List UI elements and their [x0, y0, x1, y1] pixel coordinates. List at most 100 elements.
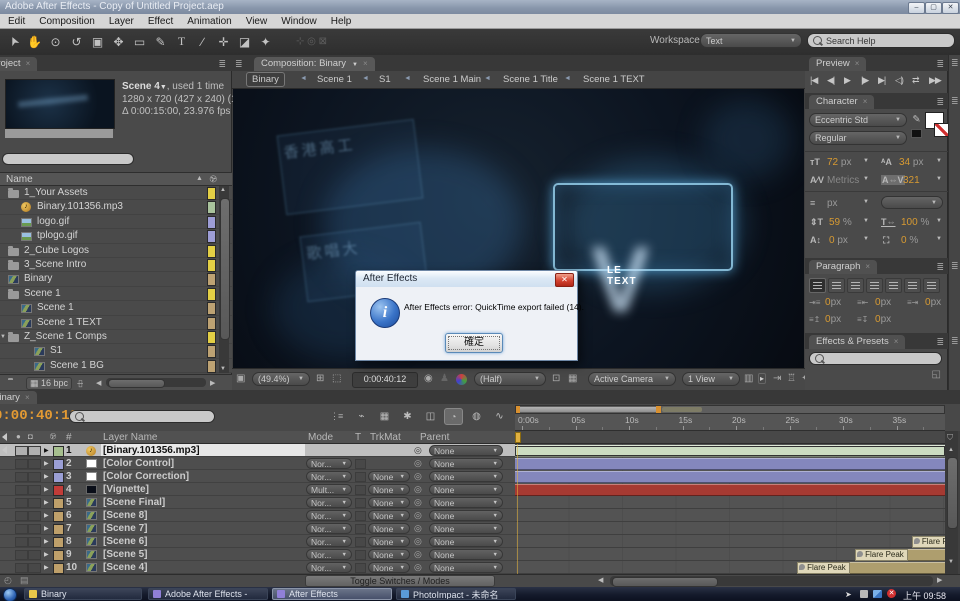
layer-bar-row[interactable]	[515, 483, 945, 496]
stroke-width-caret-icon[interactable]: ▼	[863, 199, 869, 205]
layer-duration-bar[interactable]	[515, 458, 945, 470]
lock-toggle[interactable]	[28, 498, 41, 508]
layer-twirl-icon[interactable]: ▶	[44, 460, 49, 467]
label-color-chip[interactable]	[207, 201, 216, 214]
layer-name[interactable]: [Color Control]	[101, 457, 305, 469]
align-button-2[interactable]	[847, 278, 864, 293]
project-item-row[interactable]: 1_Your Assets	[0, 186, 232, 200]
label-color-chip[interactable]	[207, 259, 216, 272]
layer-twirl-icon[interactable]: ▶	[44, 473, 49, 480]
font-family-select[interactable]: Eccentric Std▼	[809, 113, 907, 127]
audio-video-toggle[interactable]	[2, 459, 13, 468]
last-frame-button[interactable]: ▶|	[878, 75, 885, 86]
layer-name[interactable]: [Scene 7]	[101, 522, 305, 534]
camera-tool[interactable]: ▣	[88, 32, 107, 51]
magnification-select[interactable]: (49.4%)▼	[252, 372, 310, 386]
layer-mode-select[interactable]: Nor...▼	[306, 549, 352, 560]
layer-duration-bar[interactable]	[515, 471, 945, 483]
hand-tool[interactable]: ✋	[25, 32, 44, 51]
trash-icon[interactable]: ▯̶	[78, 378, 83, 389]
shy-layers-icon[interactable]: ✱	[398, 408, 417, 425]
layer-color-chip[interactable]	[53, 498, 64, 509]
layer-name[interactable]: [Color Correction]	[101, 470, 305, 482]
audio-toggle[interactable]: ◁)	[895, 75, 903, 86]
tray-network-icon[interactable]	[873, 590, 882, 598]
tracking-value[interactable]: 321	[903, 175, 920, 186]
zoom-slider-icon[interactable]: ▤	[20, 575, 29, 586]
layer-mode-select[interactable]: Nor...▼	[306, 562, 352, 573]
sort-arrow-icon[interactable]: ▲	[196, 175, 203, 182]
layer-duration-bar[interactable]	[515, 445, 945, 457]
layer-trkmat-select[interactable]: None▼	[368, 471, 410, 482]
layer-parent-select[interactable]: None▼	[429, 549, 503, 560]
timeline-button-icon[interactable]: ⇥	[773, 373, 781, 384]
layer-name-column-header[interactable]: Layer Name	[103, 432, 157, 443]
label-color-chip[interactable]	[207, 288, 216, 301]
comp-marker-icon[interactable]: ⛉	[947, 433, 953, 443]
preview-flyout-icon[interactable]: ≣	[936, 59, 944, 70]
project-item-row[interactable]: tplogo.gif	[0, 229, 232, 243]
tl-scroll-down-icon[interactable]: ▼	[948, 559, 954, 565]
scroll-up-icon[interactable]: ▲	[220, 187, 226, 193]
effects-search-input[interactable]	[809, 352, 942, 365]
parent-pickwhip-icon[interactable]: ◎	[414, 523, 422, 534]
layer-twirl-icon[interactable]: ▶	[44, 564, 49, 571]
layer-t-toggle[interactable]	[355, 537, 366, 547]
project-item-row[interactable]: S1	[0, 344, 232, 358]
toggle-switches-modes-button[interactable]: Toggle Switches / Modes	[305, 575, 495, 587]
layer-marker-flare-peak[interactable]: Flare Peak	[797, 562, 850, 574]
layer-parent-select[interactable]: None▼	[429, 445, 503, 456]
hscale-caret-icon[interactable]: ▼	[936, 218, 942, 224]
layer-bar-row[interactable]	[515, 509, 945, 522]
layer-t-toggle[interactable]	[355, 472, 366, 482]
lock-toggle[interactable]	[28, 524, 41, 534]
project-item-row[interactable]: Scene 1 TEXT	[0, 316, 232, 330]
leading-caret-icon[interactable]: ▼	[936, 158, 942, 164]
layer-trkmat-select[interactable]: None▼	[368, 523, 410, 534]
solo-toggle[interactable]	[15, 472, 28, 482]
type-tool[interactable]: T	[172, 32, 191, 51]
project-flyout-icon[interactable]: ≣	[218, 59, 226, 70]
label-column-icon[interactable]: ✇	[207, 173, 220, 186]
parent-pickwhip-icon[interactable]: ◎	[414, 458, 422, 469]
lock-toggle[interactable]	[28, 459, 41, 469]
baseline-shift-value[interactable]: 0 px	[829, 235, 848, 246]
frame-blend-icon[interactable]: ◫	[421, 408, 440, 425]
layer-twirl-icon[interactable]: ▶	[44, 499, 49, 506]
workspace-select[interactable]: Text▼	[700, 33, 802, 48]
menu-view[interactable]: View	[246, 16, 268, 27]
layer-trkmat-select[interactable]: None▼	[368, 510, 410, 521]
audio-video-toggle[interactable]	[2, 537, 13, 546]
brainstorm-icon[interactable]: ◍	[467, 408, 486, 425]
timeline-ruler-band[interactable]	[515, 431, 945, 444]
shape-tool[interactable]: ▭	[130, 32, 149, 51]
layer-trkmat-select[interactable]: None▼	[368, 549, 410, 560]
project-hscrollbar[interactable]	[106, 378, 206, 387]
trkmat-column-header[interactable]: TrkMat	[370, 432, 401, 443]
parent-pickwhip-icon[interactable]: ◎	[414, 471, 422, 482]
show-snapshot-icon[interactable]: ♟	[440, 373, 449, 384]
layer-color-chip[interactable]	[53, 511, 64, 522]
search-help-input[interactable]: Search Help	[807, 33, 955, 48]
tray-app-icon[interactable]	[860, 590, 868, 598]
tab-timeline-binary[interactable]: Binary×	[0, 391, 37, 404]
parent-pickwhip-icon[interactable]: ◎	[414, 497, 422, 508]
error-dialog-titlebar[interactable]: After Effects	[356, 271, 577, 287]
parent-pickwhip-icon[interactable]: ◎	[414, 445, 422, 456]
minimize-button[interactable]: –	[908, 2, 925, 14]
layer-twirl-icon[interactable]: ▶	[44, 538, 49, 545]
layer-t-toggle[interactable]	[355, 485, 366, 495]
layer-t-toggle[interactable]	[355, 563, 366, 573]
label-color-chip[interactable]	[207, 216, 216, 229]
layer-name[interactable]: [Binary.101356.mp3]	[101, 444, 305, 456]
layer-color-chip[interactable]	[53, 524, 64, 535]
bit-depth-button[interactable]: ▦ 16 bpc	[26, 377, 72, 390]
font-size-value[interactable]: 72 px	[827, 157, 851, 168]
tl-hscroll-left-icon[interactable]: ◀	[598, 576, 603, 584]
layer-trkmat-select[interactable]: None▼	[368, 562, 410, 573]
zoom-out-time-icon[interactable]: ◴	[4, 575, 12, 586]
play-button[interactable]: ▶	[844, 75, 850, 86]
always-preview-icon[interactable]: ▣	[236, 373, 245, 384]
font-style-select[interactable]: Regular▼	[809, 131, 907, 145]
taskbar-button-binary[interactable]: Binary	[24, 588, 142, 600]
